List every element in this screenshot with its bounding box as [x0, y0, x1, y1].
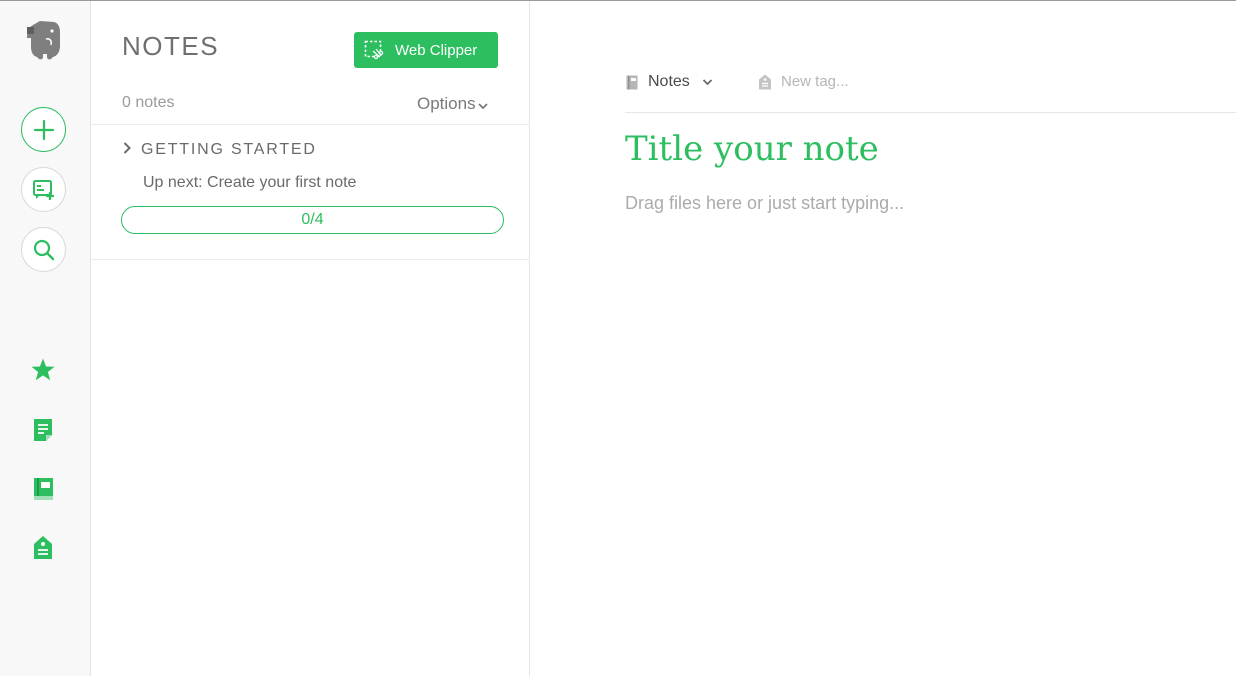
- progress-label: 0/4: [301, 211, 324, 228]
- notebook-label: Notes: [648, 73, 690, 90]
- chevron-down-icon: [477, 95, 488, 115]
- new-tag-input[interactable]: [781, 73, 981, 90]
- notes-nav-item[interactable]: [29, 416, 57, 444]
- search-icon: [33, 239, 54, 260]
- new-note-button[interactable]: [21, 107, 66, 152]
- notebook-icon: [34, 478, 53, 500]
- tag-icon: [759, 74, 771, 89]
- plus-icon: [33, 119, 54, 140]
- left-rail: [0, 1, 91, 676]
- getting-started-toggle[interactable]: GETTING STARTED: [123, 141, 317, 159]
- note-icon: [34, 419, 52, 441]
- note-body-input[interactable]: [625, 193, 1205, 214]
- web-clipper-icon: [364, 40, 384, 60]
- panel-title: NOTES: [122, 31, 220, 61]
- shortcuts-nav-item[interactable]: [29, 356, 57, 384]
- note-title-input[interactable]: [625, 129, 1205, 169]
- web-clipper-button[interactable]: Web Clipper: [354, 32, 498, 68]
- evernote-elephant-icon[interactable]: [24, 19, 62, 61]
- notebook-icon: [626, 75, 638, 89]
- note-editor: Notes: [530, 1, 1236, 676]
- chat-icon: [32, 179, 54, 200]
- search-button[interactable]: [21, 227, 66, 272]
- tags-nav-item[interactable]: [29, 534, 57, 562]
- getting-started-progress: 0/4: [121, 206, 504, 234]
- chevron-down-icon: [702, 73, 713, 91]
- work-chat-button[interactable]: [21, 167, 66, 212]
- notebook-selector[interactable]: Notes: [626, 73, 713, 91]
- divider: [91, 124, 530, 125]
- getting-started-heading: GETTING STARTED: [141, 141, 317, 158]
- note-count: 0 notes: [122, 94, 175, 111]
- tag-area: [758, 73, 981, 90]
- chevron-right-icon: [123, 141, 131, 159]
- notebooks-nav-item[interactable]: [29, 475, 57, 503]
- options-label: Options: [417, 94, 476, 113]
- options-dropdown[interactable]: Options: [417, 94, 488, 115]
- next-step-text: Up next: Create your first note: [143, 174, 357, 191]
- web-clipper-label: Web Clipper: [395, 41, 478, 59]
- divider: [625, 112, 1236, 113]
- tag-icon: [34, 536, 52, 559]
- star-icon: [31, 358, 55, 381]
- divider: [91, 259, 530, 260]
- notes-list-panel: NOTES Web Clipper 0 notes Options GETTIN…: [91, 1, 530, 676]
